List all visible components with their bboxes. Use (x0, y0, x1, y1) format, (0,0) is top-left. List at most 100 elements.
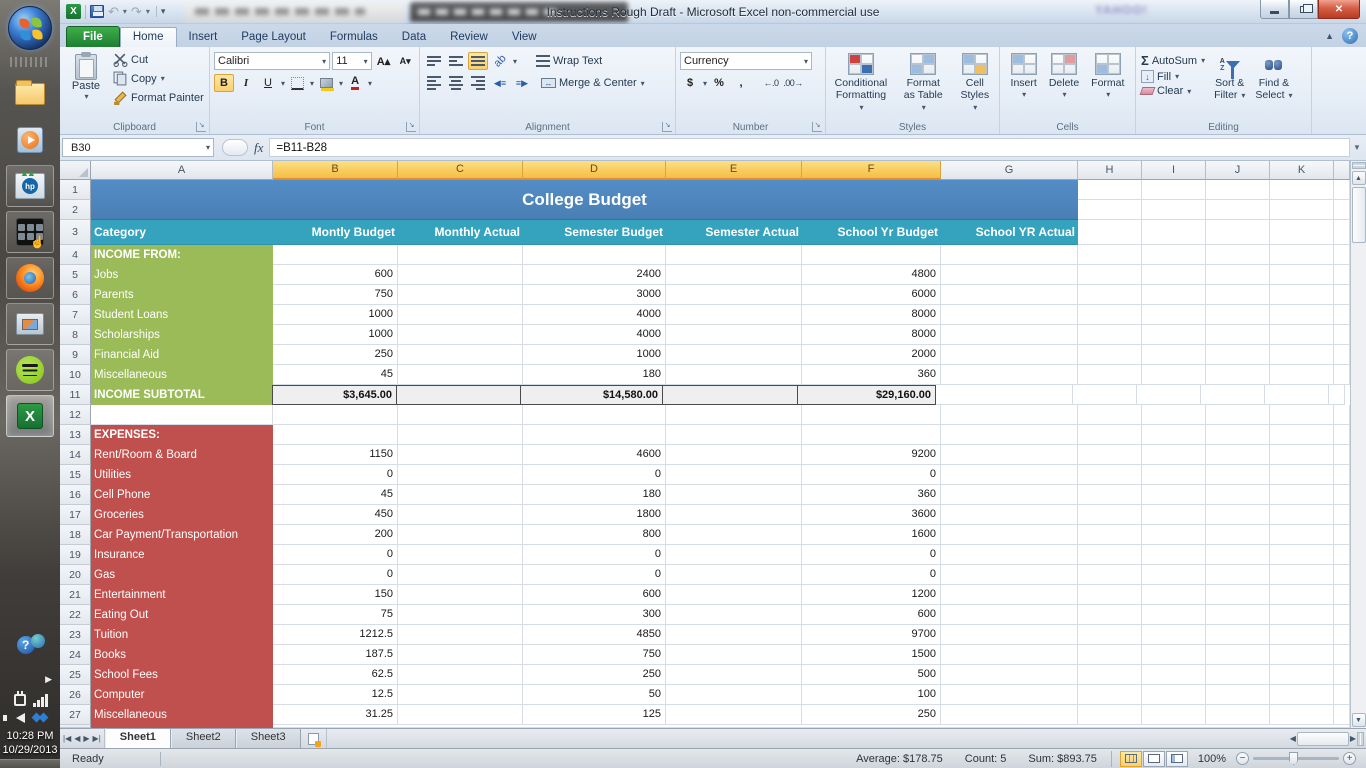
row-header-15[interactable]: 15 (60, 465, 91, 485)
cell-value-D9[interactable]: 1000 (523, 345, 666, 365)
cell[interactable] (1142, 365, 1206, 385)
insert-function-icon[interactable]: fx (248, 140, 269, 156)
grow-font-button[interactable]: A▴ (374, 52, 394, 70)
cell[interactable] (941, 565, 1078, 585)
cell-value-D24[interactable]: 750 (523, 645, 666, 665)
alignment-dialog-launcher[interactable]: ↘ (662, 122, 672, 132)
cell[interactable] (941, 465, 1078, 485)
cell[interactable] (1270, 285, 1334, 305)
find-select-button[interactable]: Find &Select ▾ (1251, 50, 1296, 119)
column-header-B[interactable]: B (273, 161, 398, 180)
cell[interactable] (941, 345, 1078, 365)
cell[interactable] (398, 285, 523, 305)
cell[interactable] (273, 405, 398, 425)
row-header-5[interactable]: 5 (60, 265, 91, 285)
cell[interactable] (941, 485, 1078, 505)
cell-value-B5[interactable]: 600 (273, 265, 398, 285)
cell-col-title-C[interactable]: Monthly Actual (398, 220, 523, 245)
cell-value-F5[interactable]: 4800 (802, 265, 941, 285)
cell[interactable] (802, 425, 941, 445)
cell-value-F10[interactable]: 360 (802, 365, 941, 385)
cell[interactable] (1142, 645, 1206, 665)
cell[interactable] (1270, 345, 1334, 365)
cell[interactable] (1078, 425, 1142, 445)
cell[interactable] (398, 445, 523, 465)
row-header-18[interactable]: 18 (60, 525, 91, 545)
last-sheet-icon[interactable]: ▶| (93, 734, 101, 743)
cell[interactable] (1270, 605, 1334, 625)
cell[interactable] (941, 425, 1078, 445)
increase-decimal-button[interactable]: ←.0 (761, 74, 781, 92)
row-header-10[interactable]: 10 (60, 365, 91, 385)
cell[interactable] (1078, 705, 1142, 725)
cell-value-B23[interactable]: 1212.5 (273, 625, 398, 645)
cell[interactable] (1270, 245, 1334, 265)
cell[interactable] (396, 385, 521, 405)
cell[interactable] (1142, 485, 1206, 505)
name-box-dropdown[interactable]: ▾ (206, 143, 210, 152)
start-button[interactable] (8, 6, 52, 50)
cell[interactable] (1206, 405, 1270, 425)
cell[interactable] (523, 425, 666, 445)
cell[interactable] (666, 365, 802, 385)
collapse-ribbon-icon[interactable]: ▲ (1325, 31, 1334, 41)
taskbar-item-hp[interactable]: ▲▲hp (6, 165, 54, 207)
cell[interactable] (666, 545, 802, 565)
decrease-decimal-button[interactable]: .00→ (783, 74, 803, 92)
cell[interactable] (1270, 365, 1334, 385)
underline-button[interactable]: U (258, 74, 278, 92)
row-header-20[interactable]: 20 (60, 565, 91, 585)
fill-button[interactable]: ↓Fill▾ (1138, 69, 1208, 84)
orientation-button[interactable]: ab (490, 52, 510, 70)
row-header-17[interactable]: 17 (60, 505, 91, 525)
cell[interactable] (1265, 385, 1329, 405)
cell-value-F26[interactable]: 100 (802, 685, 941, 705)
cell-value-F7[interactable]: 8000 (802, 305, 941, 325)
redo-icon[interactable]: ↷ (131, 5, 142, 18)
shrink-font-button[interactable]: A▾ (395, 52, 415, 70)
cell-col-title-D[interactable]: Semester Budget (523, 220, 666, 245)
cell[interactable] (941, 645, 1078, 665)
delete-cells-button[interactable]: Delete▾ (1045, 50, 1083, 119)
power-icon[interactable] (14, 694, 26, 706)
cell[interactable] (666, 445, 802, 465)
cell[interactable] (1206, 180, 1270, 220)
cell-value-F19[interactable]: 0 (802, 545, 941, 565)
network-signal-icon[interactable] (33, 694, 48, 707)
cell[interactable] (398, 405, 523, 425)
cell-label[interactable]: Miscellaneous (91, 365, 273, 385)
cell-value-B22[interactable]: 75 (273, 605, 398, 625)
insert-cells-button[interactable]: Insert▾ (1007, 50, 1041, 119)
cell[interactable] (941, 625, 1078, 645)
cell[interactable] (1206, 445, 1270, 465)
cell[interactable] (1078, 445, 1142, 465)
cell[interactable] (1142, 465, 1206, 485)
row-header-11[interactable]: 11 (60, 385, 91, 405)
cell[interactable] (1142, 525, 1206, 545)
dropbox-icon[interactable] (33, 711, 47, 725)
cell-value-D10[interactable]: 180 (523, 365, 666, 385)
cell-value-B15[interactable]: 0 (273, 465, 398, 485)
cell-value-D19[interactable]: 0 (523, 545, 666, 565)
cell[interactable] (1078, 685, 1142, 705)
cell[interactable] (1142, 685, 1206, 705)
cell[interactable] (802, 245, 941, 265)
cell-value-F6[interactable]: 6000 (802, 285, 941, 305)
first-sheet-icon[interactable]: |◀ (63, 734, 71, 743)
cell-value-F17[interactable]: 3600 (802, 505, 941, 525)
taskbar-item-firefox[interactable] (6, 257, 54, 299)
cell[interactable] (941, 445, 1078, 465)
tab-formulas[interactable]: Formulas (318, 28, 390, 47)
cell[interactable] (1206, 605, 1270, 625)
cell[interactable] (1206, 365, 1270, 385)
underline-dropdown[interactable]: ▾ (281, 79, 285, 88)
column-header-K[interactable]: K (1270, 161, 1334, 180)
cell-value-D15[interactable]: 0 (523, 465, 666, 485)
cell[interactable] (1078, 220, 1142, 245)
cell-value-D8[interactable]: 4000 (523, 325, 666, 345)
row-header-22[interactable]: 22 (60, 605, 91, 625)
cell-label[interactable]: Insurance (91, 545, 273, 565)
cell[interactable] (1078, 180, 1142, 220)
cell-label[interactable]: Gas (91, 565, 273, 585)
cell-col-title-G[interactable]: School YR Actual (941, 220, 1078, 245)
